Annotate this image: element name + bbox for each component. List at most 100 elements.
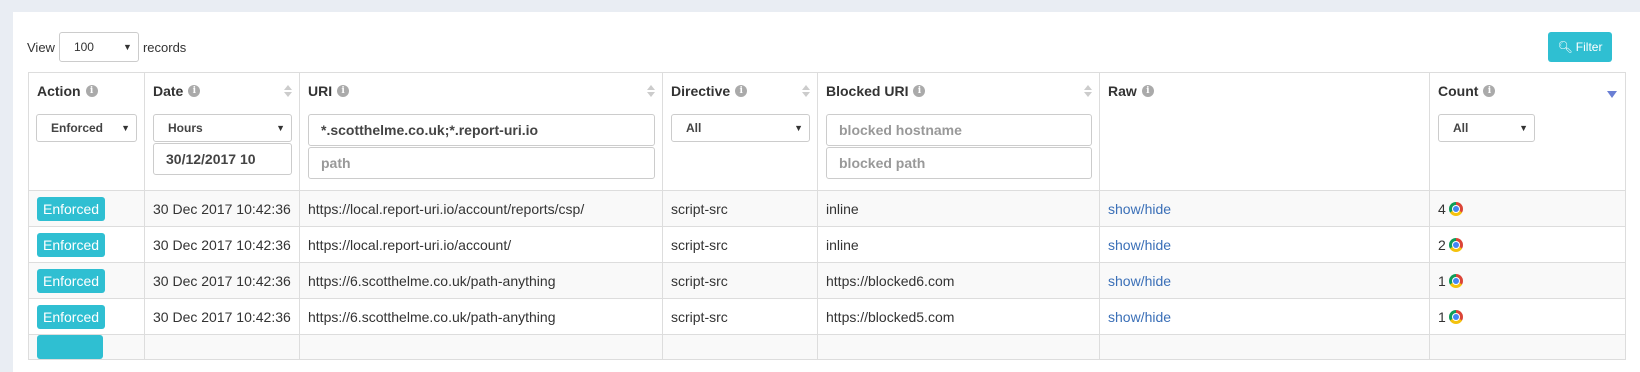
chrome-icon	[1448, 273, 1463, 288]
count-cell: 2	[1429, 226, 1626, 263]
date-range-select[interactable]: Hours ▼	[153, 114, 292, 142]
sort-icon[interactable]	[1084, 85, 1092, 99]
count-value: 2	[1438, 236, 1446, 253]
directive-cell	[662, 334, 818, 360]
status-badge: Enforced	[37, 304, 106, 329]
column-title: Action	[37, 83, 81, 99]
directive-filter-value: All	[686, 121, 702, 135]
filter-button-label: Filter	[1575, 40, 1603, 54]
column-title: Directive	[671, 83, 731, 99]
path-filter-input[interactable]: path	[308, 147, 655, 179]
show-hide-link[interactable]: show/hide	[1108, 201, 1171, 217]
sort-icon[interactable]	[802, 85, 810, 99]
info-icon[interactable]: i	[735, 85, 748, 97]
date-input[interactable]: 30/12/2017 10	[153, 143, 292, 175]
uri-cell: https://6.scotthelme.co.uk/path-anything	[299, 262, 663, 299]
column-title: Date	[153, 83, 184, 99]
column-title: Raw	[1108, 83, 1137, 99]
count-value: 4	[1438, 200, 1446, 217]
chevron-down-icon: ▼	[121, 123, 130, 133]
table-row: Enforced 30 Dec 2017 10:42:36 https://6.…	[28, 262, 1626, 299]
table-row: Enforced 30 Dec 2017 10:42:36 https://6.…	[28, 298, 1626, 335]
directive-cell: script-src	[662, 190, 818, 227]
table-row: Enforced 30 Dec 2017 10:42:36 https://lo…	[28, 226, 1626, 263]
sort-icon[interactable]	[284, 85, 292, 99]
count-cell: 1	[1429, 262, 1626, 299]
status-badge: Enforced	[37, 268, 106, 293]
directive-cell: script-src	[662, 262, 818, 299]
table-row	[28, 334, 1626, 360]
records-per-page-select[interactable]: 100 ▼	[58, 32, 139, 62]
reports-panel: View 100 ▼ records 🔍︎ Filter Action i En…	[13, 12, 1640, 372]
date-cell: 30 Dec 2017 10:42:36	[144, 262, 300, 299]
reports-table: Action i Enforced ▼ Date i Hours ▼ 30/12/2…	[28, 72, 1626, 360]
uri-cell: https://local.report-uri.io/account/repo…	[299, 190, 663, 227]
count-value: 1	[1438, 272, 1446, 289]
chrome-icon	[1448, 309, 1463, 324]
count-cell: 4	[1429, 190, 1626, 227]
blocked-path-placeholder: blocked path	[839, 155, 926, 171]
action-cell: Enforced	[28, 190, 145, 227]
uri-filter-value: *.scotthelme.co.uk;*.report-uri.io	[321, 122, 539, 138]
info-icon[interactable]: i	[188, 85, 201, 97]
action-filter-select[interactable]: Enforced ▼	[36, 114, 137, 142]
date-range-value: Hours	[168, 121, 203, 135]
column-directive[interactable]: Directive i All ▼	[662, 72, 818, 191]
uri-filter-input[interactable]: *.scotthelme.co.uk;*.report-uri.io	[308, 114, 655, 146]
directive-cell: script-src	[662, 226, 818, 263]
sort-icon[interactable]	[647, 85, 655, 99]
info-icon[interactable]: i	[337, 85, 350, 97]
show-hide-link[interactable]: show/hide	[1108, 273, 1171, 289]
info-icon[interactable]: i	[1483, 85, 1496, 97]
column-raw: Raw i	[1099, 72, 1430, 191]
action-cell: Enforced	[28, 226, 145, 263]
blocked-path-input[interactable]: blocked path	[826, 147, 1092, 179]
info-icon[interactable]: i	[1141, 85, 1154, 97]
raw-cell	[1099, 334, 1430, 360]
column-title: URI	[308, 83, 333, 99]
info-icon[interactable]: i	[913, 85, 926, 97]
filter-button[interactable]: 🔍︎ Filter	[1548, 32, 1612, 62]
show-hide-link[interactable]: show/hide	[1108, 237, 1171, 253]
date-cell: 30 Dec 2017 10:42:36	[144, 298, 300, 335]
date-cell: 30 Dec 2017 10:42:36	[144, 190, 300, 227]
blocked-hostname-placeholder: blocked hostname	[839, 122, 962, 138]
column-uri[interactable]: URI i *.scotthelme.co.uk;*.report-uri.io …	[299, 72, 663, 191]
blocked-uri-cell: https://blocked6.com	[817, 262, 1100, 299]
column-blocked-uri[interactable]: Blocked URI i blocked hostname blocked pa…	[817, 72, 1100, 191]
show-hide-link[interactable]: show/hide	[1108, 309, 1171, 325]
blocked-hostname-input[interactable]: blocked hostname	[826, 114, 1092, 146]
view-records-control: View 100 ▼ records	[27, 32, 186, 62]
blocked-uri-cell: https://blocked5.com	[817, 298, 1100, 335]
count-filter-value: All	[1453, 121, 1469, 135]
column-date[interactable]: Date i Hours ▼ 30/12/2017 10	[144, 72, 300, 191]
search-icon: 🔍︎	[1557, 40, 1573, 54]
raw-cell: show/hide	[1099, 298, 1430, 335]
date-input-value: 30/12/2017 10	[166, 151, 256, 167]
action-cell: Enforced	[28, 262, 145, 299]
sort-desc-icon[interactable]	[1607, 91, 1617, 98]
directive-filter-select[interactable]: All ▼	[671, 114, 810, 142]
action-filter-value: Enforced	[51, 121, 104, 135]
raw-cell: show/hide	[1099, 190, 1430, 227]
uri-cell: https://local.report-uri.io/account/	[299, 226, 663, 263]
raw-cell: show/hide	[1099, 262, 1430, 299]
records-per-page-value: 100	[73, 40, 94, 54]
records-label: records	[142, 39, 187, 55]
chrome-icon	[1448, 237, 1463, 252]
column-action: Action i Enforced ▼	[28, 72, 145, 191]
table-row: Enforced 30 Dec 2017 10:42:36 https://lo…	[28, 190, 1626, 227]
count-filter-select[interactable]: All ▼	[1438, 114, 1535, 142]
chevron-down-icon: ▼	[1519, 123, 1528, 133]
blocked-uri-cell: inline	[817, 226, 1100, 263]
blocked-uri-cell: inline	[817, 190, 1100, 227]
column-count[interactable]: Count i All ▼	[1429, 72, 1626, 191]
date-cell	[144, 334, 300, 360]
blocked-uri-cell	[817, 334, 1100, 360]
path-placeholder: path	[321, 155, 351, 171]
status-badge: Enforced	[37, 232, 106, 257]
status-badge-partial	[37, 335, 104, 359]
info-icon[interactable]: i	[85, 85, 98, 97]
column-title: Blocked URI	[826, 83, 909, 99]
raw-cell: show/hide	[1099, 226, 1430, 263]
